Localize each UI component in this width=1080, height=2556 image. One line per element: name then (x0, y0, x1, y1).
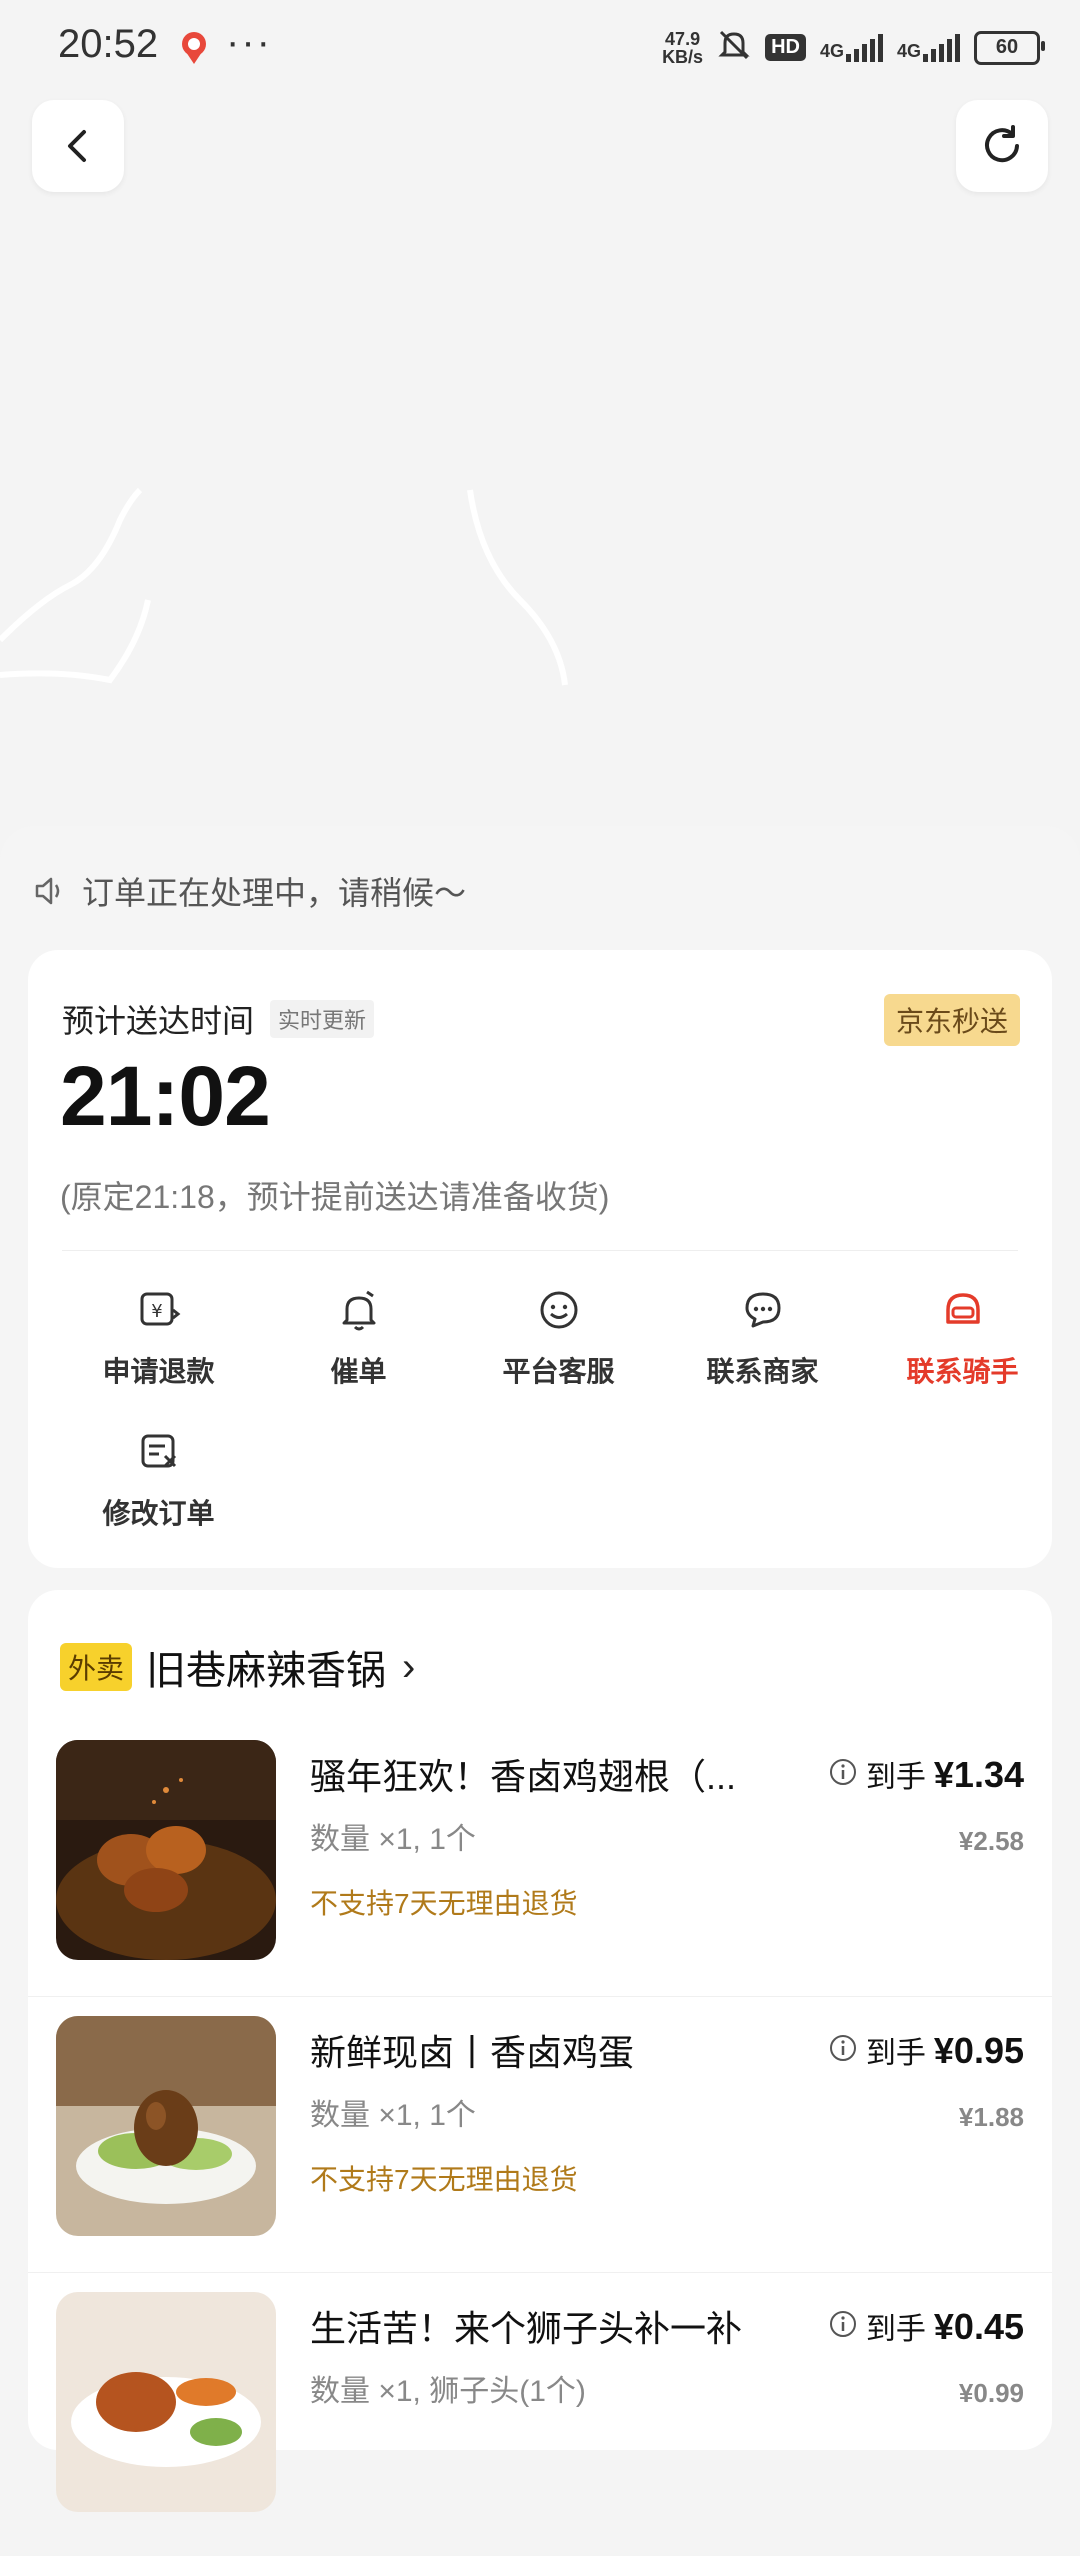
item-price: 到手 ¥1.34 (828, 1752, 1024, 1796)
divider (28, 1996, 1052, 1997)
item-image (56, 2292, 276, 2512)
price-label: 到手 (865, 2313, 926, 2346)
order-item[interactable]: 生活苦！来个狮子头补一补 数量 ×1, 狮子头(1个) 到手 ¥0.45 ¥0.… (28, 2272, 1052, 2556)
map-roads (0, 487, 568, 686)
back-button[interactable] (32, 100, 124, 192)
final-price: ¥0.95 (933, 2030, 1024, 2071)
net-speed: 47.9 KB/s (662, 30, 703, 66)
urge-order-button[interactable]: 催单 (256, 1280, 461, 1390)
status-bar: 20:52 ··· 47.9 KB/s HD 4G 4G 60 (0, 0, 1080, 100)
item-image (56, 1740, 276, 1960)
action-label: 申请退款 (102, 1356, 215, 1387)
eta-note: (原定21:18，预计提前送达请准备收货) (60, 1179, 610, 1215)
signal-2: 4G (896, 33, 960, 62)
info-icon[interactable] (828, 2309, 858, 2339)
status-time: 20:52 (58, 22, 159, 66)
refresh-icon (985, 125, 1019, 163)
original-price: ¥1.88 (958, 2102, 1024, 2132)
chevron-left-icon (68, 130, 86, 162)
action-label: 平台客服 (502, 1356, 615, 1387)
signal-bars-icon (845, 33, 883, 62)
rider-helmet-icon (860, 1280, 1065, 1340)
info-icon[interactable] (828, 1757, 858, 1787)
status-right: 47.9 KB/s HD 4G 4G 60 (662, 28, 1045, 67)
battery-level: 60 (995, 36, 1019, 58)
chevron-right-icon: › (402, 1644, 416, 1689)
item-policy: 不支持7天无理由退货 (310, 1888, 578, 1919)
hd-badge: HD (765, 34, 806, 61)
order-sheet: 订单正在处理中，请稍候～ 预计送达时间 实时更新 京东秒送 21:02 (原定2… (0, 826, 1080, 2512)
action-label: 催单 (330, 1356, 387, 1387)
item-name: 新鲜现卤丨香卤鸡蛋 (310, 2032, 635, 2073)
map-area[interactable] (0, 0, 1080, 830)
net-speed-unit: KB/s (662, 46, 704, 67)
brand-tag: 京东秒送 (883, 994, 1020, 1046)
info-icon[interactable] (828, 2033, 858, 2063)
order-item[interactable]: 新鲜现卤丨香卤鸡蛋 数量 ×1, 1个 不支持7天无理由退货 到手 ¥0.95 … (28, 1996, 1052, 2280)
signal-bars-icon (923, 33, 960, 62)
svg-text:¥: ¥ (151, 1301, 162, 1322)
notice-text: 订单正在处理中，请稍候～ (82, 875, 467, 911)
order-notice: 订单正在处理中，请稍候～ (32, 868, 466, 914)
item-image (56, 2016, 276, 2236)
item-qty: 数量 ×1, 1个 (310, 1823, 476, 1856)
battery-icon: 60 (974, 30, 1045, 65)
item-price: 到手 ¥0.95 (828, 2028, 1024, 2072)
original-price: ¥2.58 (958, 1826, 1024, 1856)
item-policy: 不支持7天无理由退货 (310, 2164, 578, 2195)
store-header[interactable]: 外卖 旧巷麻辣香锅 › (60, 1638, 415, 1696)
order-item[interactable]: 骚年狂欢！香卤鸡翅根（... 数量 ×1, 1个 不支持7天无理由退货 到手 ¥… (28, 1734, 1052, 2004)
refund-icon: ¥ (56, 1280, 261, 1340)
final-price: ¥1.34 (933, 1754, 1024, 1795)
mute-bell-icon (717, 28, 751, 67)
bell-icon (256, 1280, 461, 1340)
delivery-card: 预计送达时间 实时更新 京东秒送 21:02 (原定21:18，预计提前送达请准… (28, 950, 1052, 1568)
app-notification-icon (176, 30, 212, 66)
item-name: 生活苦！来个狮子头补一补 (310, 2308, 743, 2349)
modify-order-button[interactable]: 修改订单 (56, 1422, 261, 1532)
more-notifications-indicator: ··· (226, 20, 272, 64)
action-label: 联系骑手 (906, 1356, 1019, 1387)
speaker-icon (35, 877, 60, 905)
item-price: 到手 ¥0.45 (828, 2304, 1024, 2348)
item-name: 骚年狂欢！香卤鸡翅根（... (310, 1756, 737, 1797)
customer-service-button[interactable]: 平台客服 (456, 1280, 661, 1390)
signal-1: 4G (819, 33, 883, 62)
apply-refund-button[interactable]: ¥ 申请退款 (56, 1280, 261, 1390)
contact-merchant-button[interactable]: 联系商家 (660, 1280, 865, 1390)
divider (62, 1250, 1018, 1251)
contact-rider-button[interactable]: 联系骑手 (860, 1280, 1065, 1390)
item-qty: 数量 ×1, 狮子头(1个) (310, 2375, 586, 2408)
action-label: 修改订单 (102, 1498, 215, 1529)
takeout-tag: 外卖 (60, 1643, 133, 1691)
net-type-1: 4G (819, 40, 844, 61)
store-name: 旧巷麻辣香锅 (146, 1649, 387, 1693)
net-speed-value: 47.9 (665, 28, 701, 49)
final-price: ¥0.45 (933, 2306, 1024, 2347)
store-card: 外卖 旧巷麻辣香锅 › 骚年狂欢！香卤鸡翅根（... 数量 ×1, 1个 不支持… (28, 1590, 1052, 2512)
divider (28, 2272, 1052, 2273)
net-type-2: 4G (896, 40, 921, 61)
refresh-button[interactable] (956, 100, 1048, 192)
original-price: ¥0.99 (958, 2378, 1024, 2408)
item-qty: 数量 ×1, 1个 (310, 2099, 476, 2132)
merchant-chat-icon (660, 1280, 865, 1340)
realtime-tag: 实时更新 (270, 1000, 375, 1038)
price-label: 到手 (865, 2037, 926, 2070)
price-label: 到手 (865, 1761, 926, 1794)
eta-label: 预计送达时间 (62, 1003, 255, 1039)
edit-order-icon (56, 1422, 261, 1482)
eta-time: 21:02 (60, 1049, 271, 1143)
smile-icon (456, 1280, 661, 1340)
action-label: 联系商家 (706, 1356, 819, 1387)
